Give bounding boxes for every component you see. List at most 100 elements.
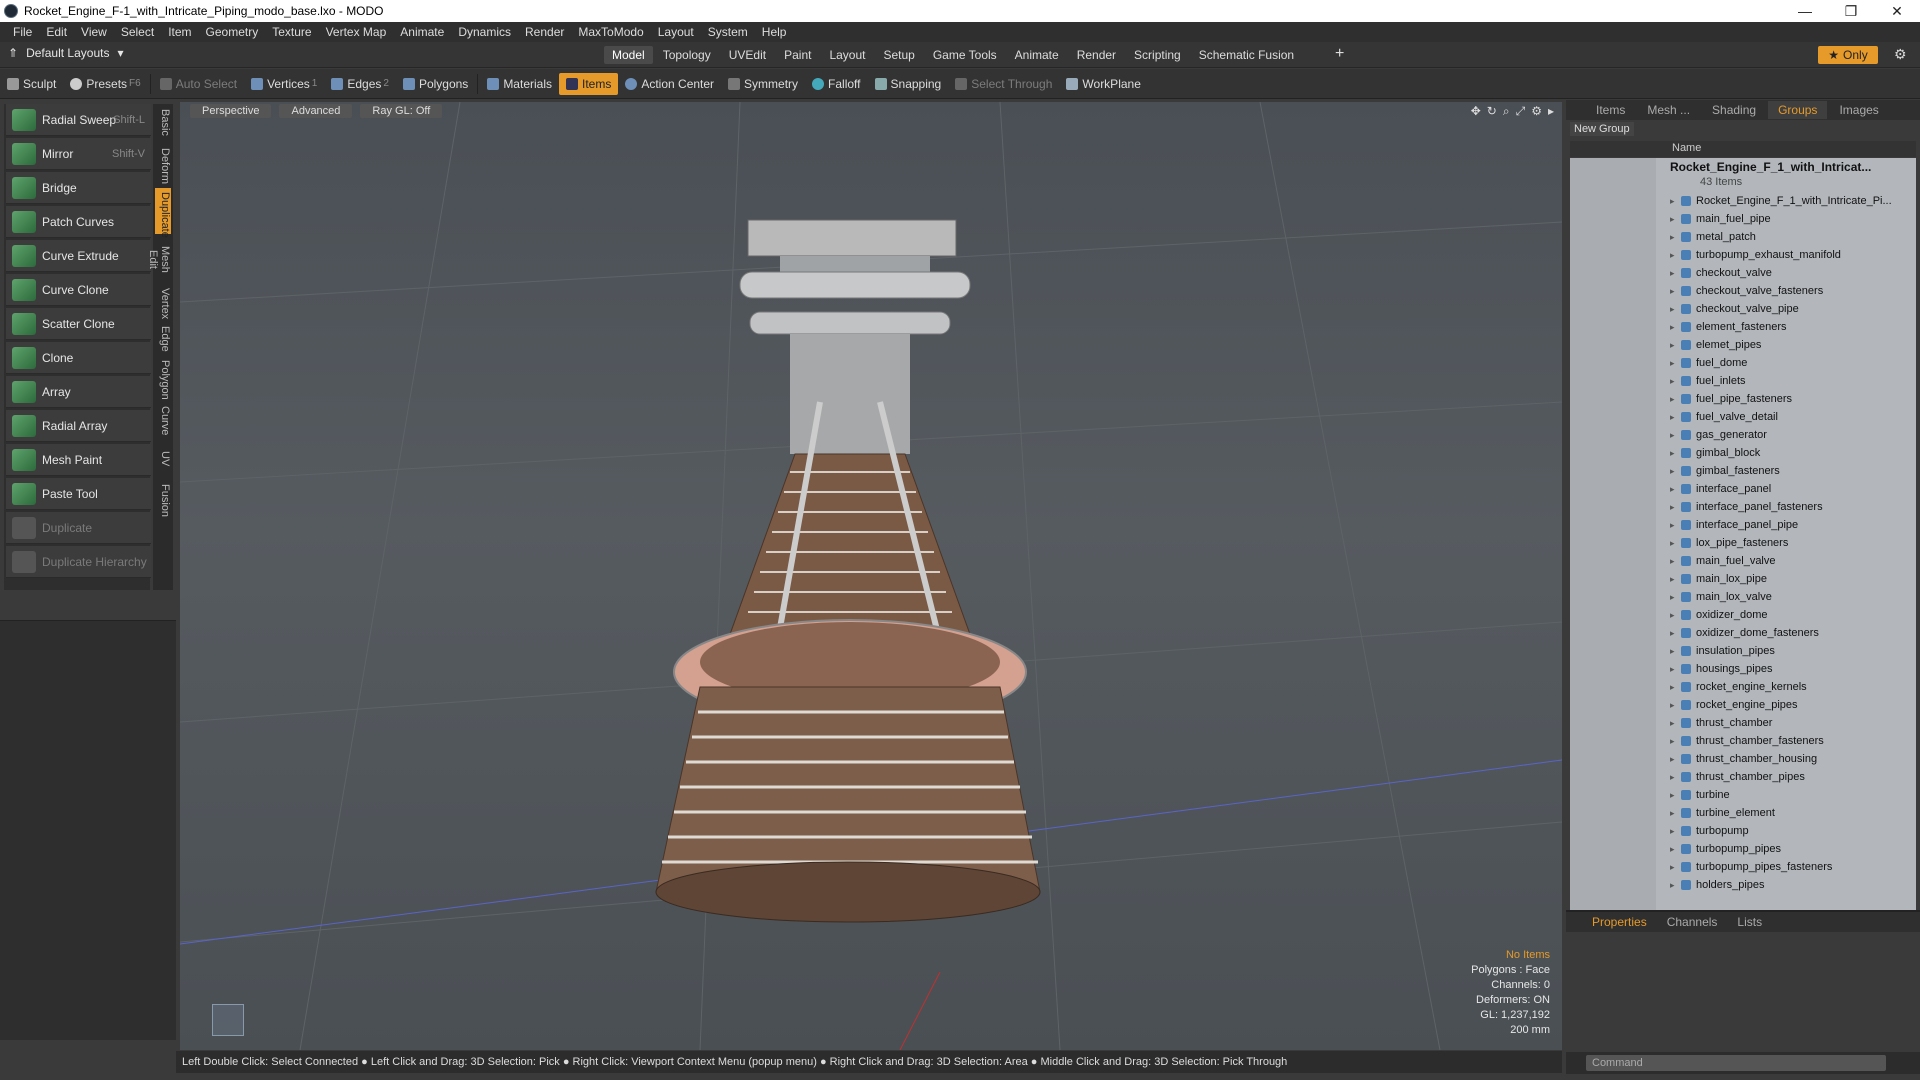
expand-arrow-icon[interactable]: ▸	[1670, 412, 1676, 423]
group-list-item[interactable]: ▸ fuel_pipe_fasteners	[1670, 390, 1792, 408]
expand-arrow-icon[interactable]: ▸	[1670, 754, 1676, 765]
action-center-button[interactable]: Action Center	[618, 73, 721, 95]
group-list-item[interactable]: ▸ interface_panel_pipe	[1670, 516, 1798, 534]
menu-item-dynamics[interactable]: Dynamics	[451, 25, 518, 39]
group-list-item[interactable]: ▸ Rocket_Engine_F_1_with_Intricate_Pi...	[1670, 192, 1892, 210]
tab-mesh[interactable]: Mesh ...	[1637, 101, 1700, 119]
expand-arrow-icon[interactable]: ▸	[1670, 682, 1676, 693]
expand-arrow-icon[interactable]: ▸	[1670, 340, 1676, 351]
sculpt-button[interactable]: Sculpt	[0, 73, 63, 95]
expand-arrow-icon[interactable]: ▸	[1670, 844, 1676, 855]
layouts-dropdown[interactable]: ⇑ Default Layouts ▾	[8, 46, 123, 60]
group-list-item[interactable]: ▸ interface_panel	[1670, 480, 1771, 498]
expand-arrow-icon[interactable]: ▸	[1670, 880, 1676, 891]
menu-item-texture[interactable]: Texture	[265, 25, 318, 39]
tab-layout[interactable]: Layout	[821, 46, 873, 64]
menu-item-animate[interactable]: Animate	[393, 25, 451, 39]
expand-arrow-icon[interactable]: ▸	[1670, 826, 1676, 837]
tab-game-tools[interactable]: Game Tools	[925, 46, 1005, 64]
expand-arrow-icon[interactable]: ▸	[1670, 484, 1676, 495]
tab-paint[interactable]: Paint	[776, 46, 819, 64]
expand-arrow-icon[interactable]: ▸	[1670, 358, 1676, 369]
expand-arrow-icon[interactable]: ▸	[1670, 448, 1676, 459]
group-list-item[interactable]: ▸ checkout_valve	[1670, 264, 1772, 282]
tool-duplicate-button[interactable]: Duplicate	[6, 512, 151, 544]
group-list-item[interactable]: ▸ gimbal_block	[1670, 444, 1760, 462]
group-list-item[interactable]: ▸ fuel_dome	[1670, 354, 1747, 372]
group-list-item[interactable]: ▸ main_lox_pipe	[1670, 570, 1767, 588]
group-list-item[interactable]: ▸ fuel_valve_detail	[1670, 408, 1778, 426]
pan-icon[interactable]: ✥	[1471, 104, 1481, 119]
group-list-item[interactable]: ▸ gimbal_fasteners	[1670, 462, 1780, 480]
vertices-button[interactable]: Vertices 1	[244, 73, 324, 95]
vtab-mesh-edit[interactable]: Mesh Edit	[147, 236, 171, 282]
group-list-item[interactable]: ▸ turbopump	[1670, 822, 1749, 840]
expand-arrow-icon[interactable]: ▸	[1670, 268, 1676, 279]
3d-viewport[interactable]: Perspective Advanced Ray GL: Off ✥ ↻ ⌕ ⤢…	[180, 102, 1562, 1050]
tab-render[interactable]: Render	[1069, 46, 1124, 64]
tab-animate[interactable]: Animate	[1007, 46, 1067, 64]
vtab-duplicate[interactable]: Duplicate	[155, 188, 171, 238]
vtab-polygon[interactable]: Polygon	[155, 356, 171, 400]
workplane-button[interactable]: WorkPlane	[1059, 73, 1147, 95]
group-list-item[interactable]: ▸ elemet_pipes	[1670, 336, 1761, 354]
expand-arrow-icon[interactable]: ▸	[1670, 376, 1676, 387]
vtab-curve[interactable]: Curve	[155, 400, 171, 442]
vtab-deform[interactable]: Deform	[155, 144, 171, 184]
group-list-item[interactable]: ▸ gas_generator	[1670, 426, 1767, 444]
close-button[interactable]: ✕	[1874, 3, 1920, 20]
expand-arrow-icon[interactable]: ▸	[1670, 808, 1676, 819]
new-group-button[interactable]: New Group	[1570, 122, 1634, 136]
expand-arrow-icon[interactable]: ▸	[1670, 322, 1676, 333]
tool-patch-curves-button[interactable]: Patch Curves	[6, 206, 151, 238]
tab-channels[interactable]: Channels	[1659, 913, 1726, 931]
tool-duplicate-hierarchy-button[interactable]: Duplicate Hierarchy	[6, 546, 151, 578]
group-list-item[interactable]: ▸ element_fasteners	[1670, 318, 1787, 336]
add-tab-icon[interactable]: +	[1335, 45, 1344, 63]
tab-properties[interactable]: Properties	[1584, 913, 1655, 931]
tool-array-button[interactable]: Array	[6, 376, 151, 408]
polygons-button[interactable]: Polygons	[396, 73, 475, 95]
group-list-item[interactable]: ▸ lox_pipe_fasteners	[1670, 534, 1788, 552]
group-list-item[interactable]: ▸ metal_patch	[1670, 228, 1756, 246]
group-list-item[interactable]: ▸ main_lox_valve	[1670, 588, 1772, 606]
group-list-item[interactable]: ▸ turbopump_pipes	[1670, 840, 1781, 858]
menu-item-item[interactable]: Item	[161, 25, 198, 39]
view-perspective-button[interactable]: Perspective	[190, 104, 272, 118]
shading-advanced-button[interactable]: Advanced	[279, 104, 353, 118]
tab-items[interactable]: Items	[1586, 101, 1635, 119]
tool-clone-button[interactable]: Clone	[6, 342, 151, 374]
group-list-item[interactable]: ▸ thrust_chamber_fasteners	[1670, 732, 1824, 750]
viewport-expand-icon[interactable]: ▸	[1548, 104, 1554, 119]
menu-item-view[interactable]: View	[74, 25, 114, 39]
fit-icon[interactable]: ⤢	[1516, 104, 1526, 119]
tool-paste-tool-button[interactable]: Paste Tool	[6, 478, 151, 510]
tab-scripting[interactable]: Scripting	[1126, 46, 1189, 64]
group-list-item[interactable]: ▸ turbopump_pipes_fasteners	[1670, 858, 1832, 876]
tab-lists[interactable]: Lists	[1729, 913, 1770, 931]
edges-button[interactable]: Edges 2	[324, 73, 396, 95]
expand-arrow-icon[interactable]: ▸	[1670, 304, 1676, 315]
zoom-icon[interactable]: ⌕	[1503, 104, 1510, 119]
group-list-item[interactable]: ▸ oxidizer_dome_fasteners	[1670, 624, 1819, 642]
group-list-item[interactable]: ▸ main_fuel_valve	[1670, 552, 1776, 570]
group-list-item[interactable]: ▸ checkout_valve_fasteners	[1670, 282, 1823, 300]
gear-icon[interactable]: ⚙	[1894, 46, 1907, 63]
group-list-item[interactable]: ▸ checkout_valve_pipe	[1670, 300, 1799, 318]
tool-curve-extrude-button[interactable]: Curve Extrude	[6, 240, 151, 272]
tab-shading[interactable]: Shading	[1702, 101, 1766, 119]
menu-item-maxtomodo[interactable]: MaxToModo	[571, 25, 650, 39]
tab-groups[interactable]: Groups	[1768, 101, 1828, 119]
tool-bridge-button[interactable]: Bridge	[6, 172, 151, 204]
group-list-item[interactable]: ▸ oxidizer_dome	[1670, 606, 1768, 624]
rotate-icon[interactable]: ↻	[1487, 104, 1497, 119]
group-list-item[interactable]: ▸ rocket_engine_kernels	[1670, 678, 1807, 696]
group-list-item[interactable]: ▸ housings_pipes	[1670, 660, 1772, 678]
group-list-item[interactable]: ▸ turbine	[1670, 786, 1730, 804]
expand-arrow-icon[interactable]: ▸	[1670, 394, 1676, 405]
vtab-fusion[interactable]: Fusion	[155, 480, 171, 520]
vtab-basic[interactable]: Basic	[155, 104, 171, 140]
presets-button[interactable]: Presets F6	[63, 73, 147, 95]
expand-arrow-icon[interactable]: ▸	[1670, 592, 1676, 603]
group-list-item[interactable]: ▸ turbopump_exhaust_manifold	[1670, 246, 1841, 264]
